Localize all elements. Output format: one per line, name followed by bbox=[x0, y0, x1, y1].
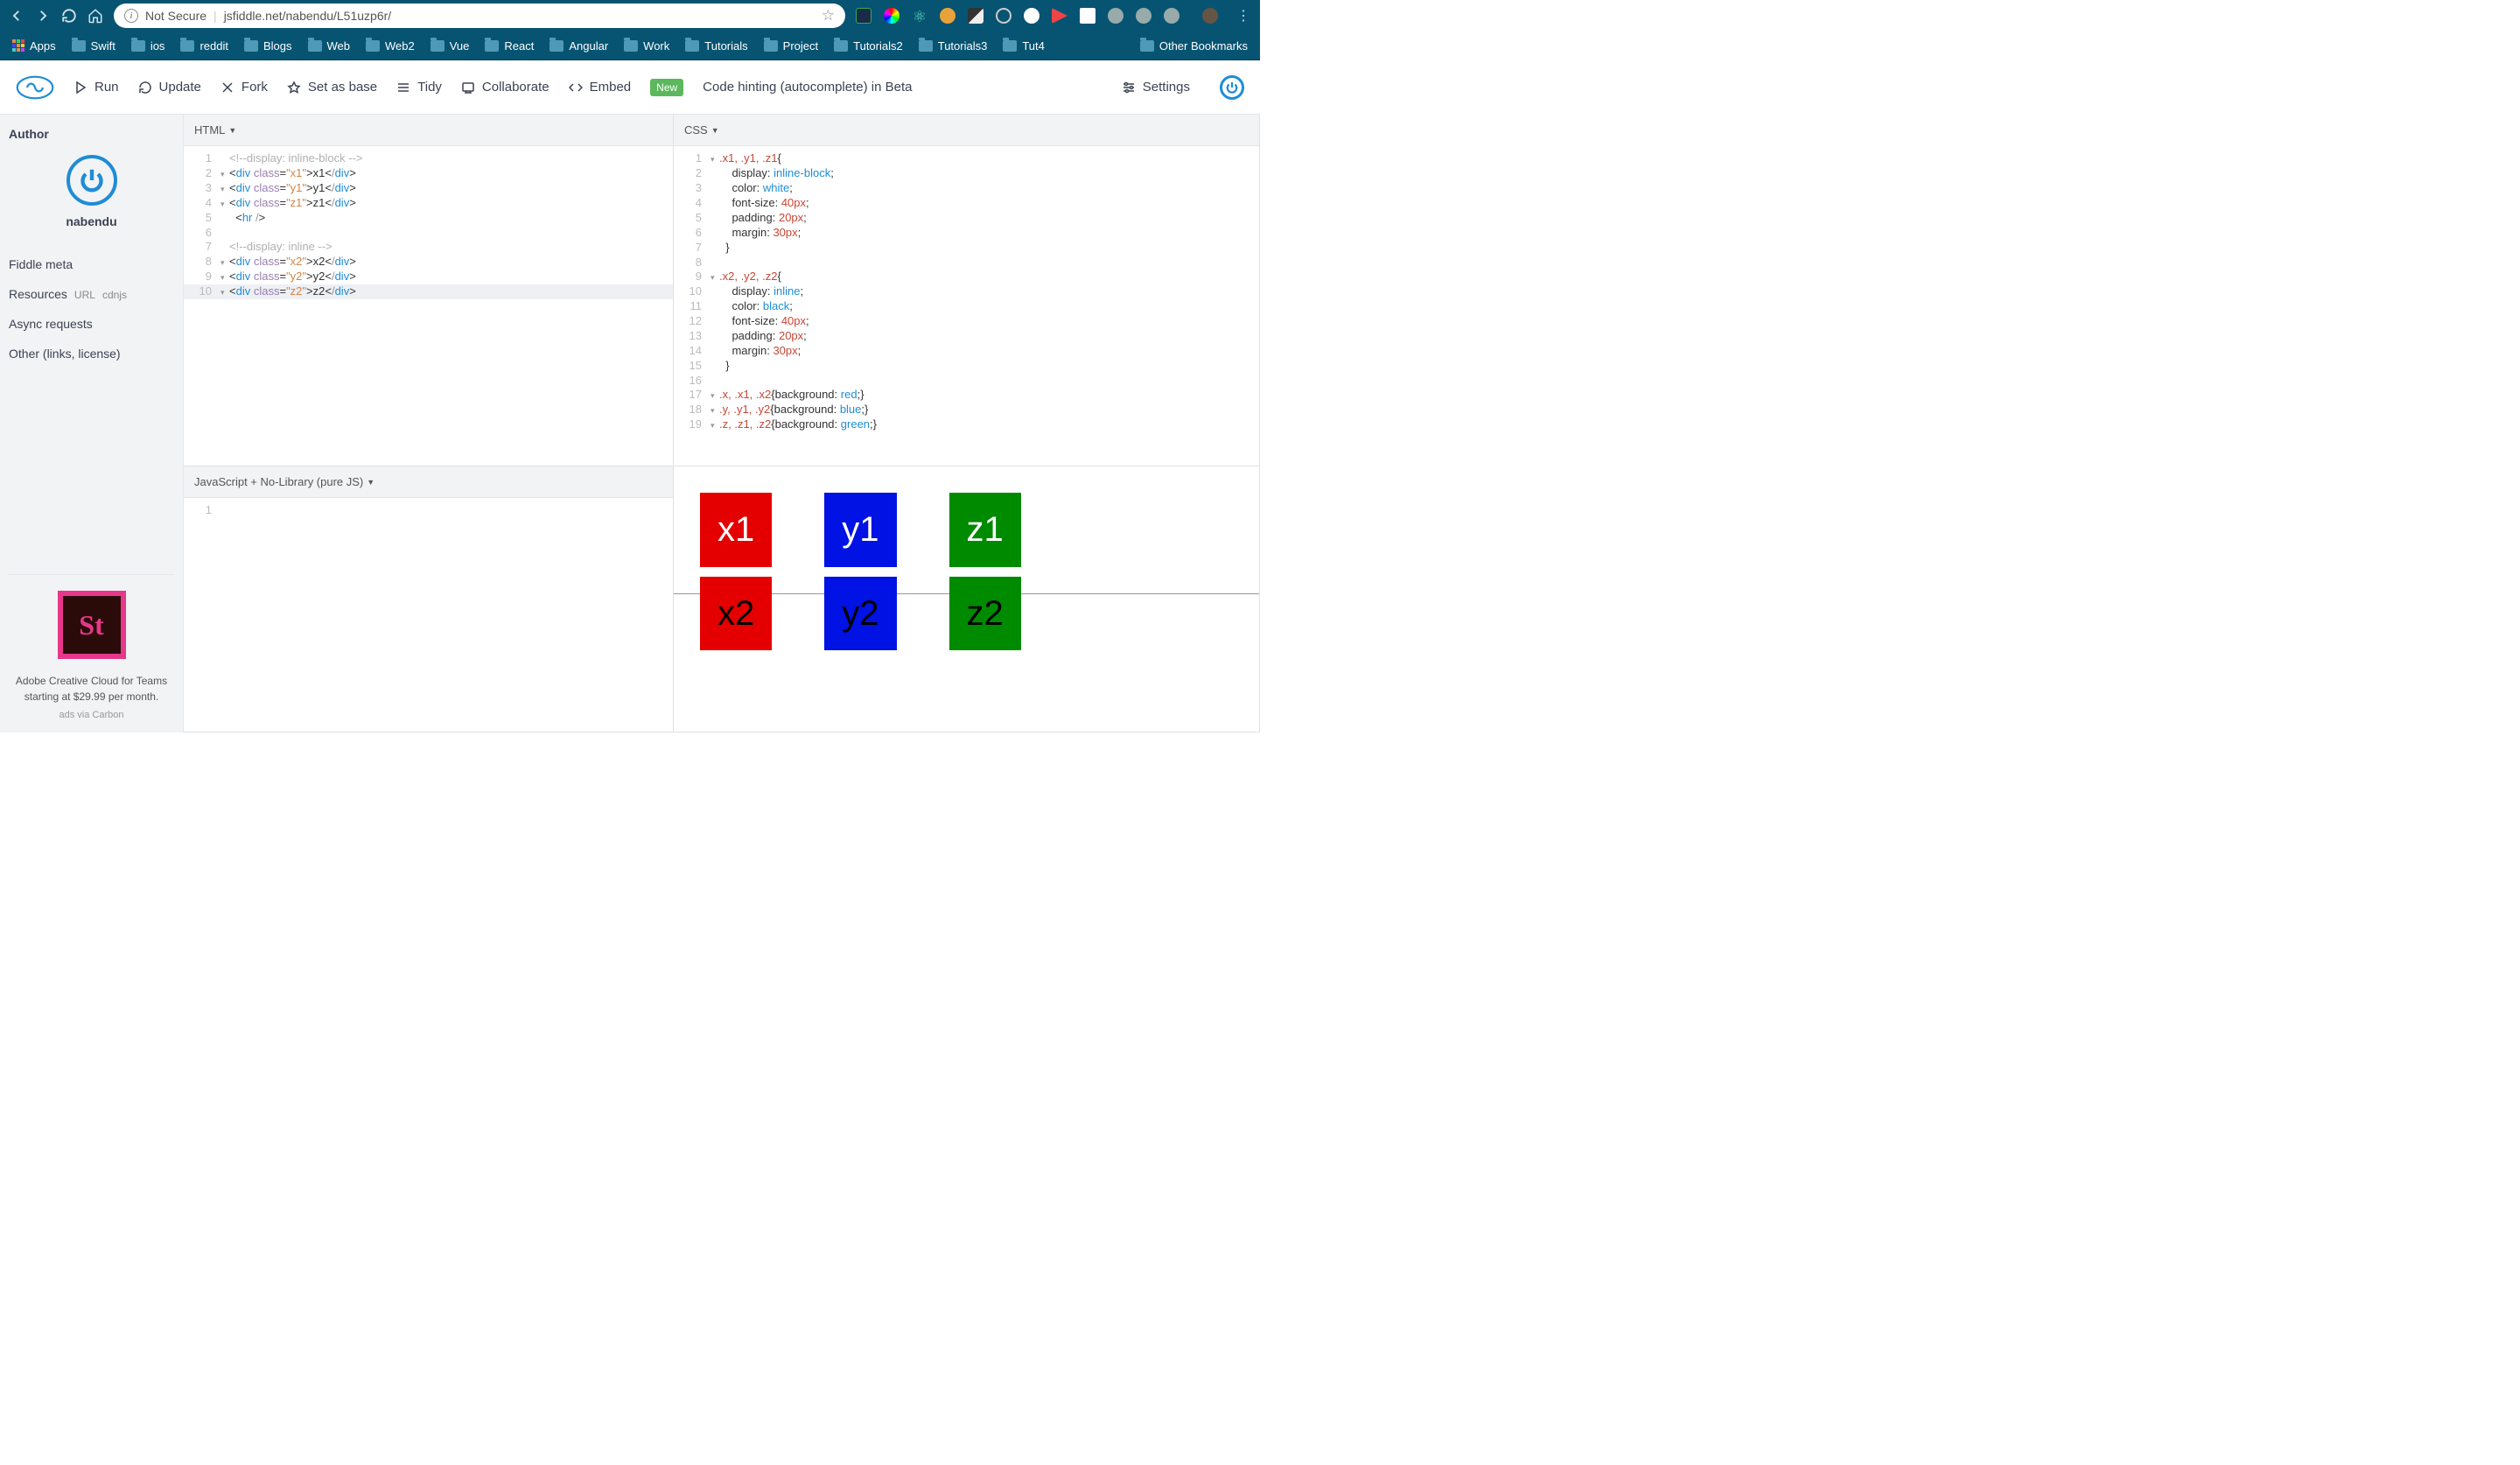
chevron-down-icon: ▼ bbox=[711, 126, 719, 135]
hint-text[interactable]: Code hinting (autocomplete) in Beta bbox=[703, 80, 912, 95]
result-box-z1: z1 bbox=[949, 493, 1021, 567]
sidebar-item-other[interactable]: Other (links, license) bbox=[9, 339, 174, 368]
author-avatar[interactable] bbox=[66, 155, 117, 206]
ext-icon[interactable] bbox=[1024, 8, 1040, 24]
ext-icon[interactable] bbox=[856, 8, 872, 24]
result-box-x2: x2 bbox=[700, 577, 772, 650]
bookmark-folder[interactable]: Work bbox=[624, 39, 669, 53]
author-heading: Author bbox=[9, 127, 174, 141]
result-output: x1y1z1 x2y2z2 bbox=[674, 466, 1259, 634]
result-pane: x1 y1 z1 x2 y2 z2 bbox=[674, 466, 1260, 732]
new-badge: New bbox=[650, 79, 683, 96]
power-icon[interactable] bbox=[1220, 75, 1244, 100]
sidebar: Author nabendu Fiddle meta ResourcesURLc… bbox=[0, 115, 184, 732]
bookmark-folder[interactable]: Tutorials3 bbox=[919, 39, 988, 53]
bookmark-folder[interactable]: Tutorials2 bbox=[834, 39, 903, 53]
adobe-stock-logo[interactable]: St bbox=[58, 591, 126, 659]
css-editor[interactable]: 1▾.x1, .y1, .z1{ 2 display: inline-block… bbox=[674, 146, 1259, 466]
ext-icon[interactable] bbox=[884, 8, 900, 24]
ext-icon[interactable] bbox=[1136, 8, 1152, 24]
bookmark-folder[interactable]: Web bbox=[308, 39, 351, 53]
browser-toolbar: i Not Secure | jsfiddle.net/nabendu/L51u… bbox=[0, 0, 1260, 32]
reload-button[interactable] bbox=[61, 8, 77, 24]
ext-icon[interactable] bbox=[1052, 8, 1068, 24]
main-layout: Author nabendu Fiddle meta ResourcesURLc… bbox=[0, 115, 1260, 732]
security-label: Not Secure bbox=[145, 9, 206, 23]
js-pane-header[interactable]: JavaScript + No-Library (pure JS)▼ bbox=[184, 466, 673, 498]
star-icon[interactable]: ☆ bbox=[822, 7, 835, 25]
home-button[interactable] bbox=[88, 8, 103, 24]
bookmark-folder[interactable]: Swift bbox=[72, 39, 116, 53]
ext-icon[interactable] bbox=[1108, 8, 1124, 24]
sidebar-item-async[interactable]: Async requests bbox=[9, 309, 174, 339]
result-box-y1: y1 bbox=[824, 493, 896, 567]
chevron-down-icon: ▼ bbox=[228, 126, 236, 135]
menu-button[interactable]: ⋮ bbox=[1236, 8, 1251, 24]
tidy-button[interactable]: Tidy bbox=[396, 80, 442, 95]
result-box-y2: y2 bbox=[824, 577, 896, 650]
app-toolbar: Run Update Fork Set as base Tidy Collabo… bbox=[0, 60, 1260, 115]
address-bar[interactable]: i Not Secure | jsfiddle.net/nabendu/L51u… bbox=[114, 4, 845, 28]
bookmark-folder[interactable]: Web2 bbox=[366, 39, 415, 53]
set-base-button[interactable]: Set as base bbox=[287, 80, 377, 95]
bookmark-folder[interactable]: Vue bbox=[430, 39, 470, 53]
css-pane-header[interactable]: CSS▼ bbox=[674, 115, 1259, 146]
js-pane: JavaScript + No-Library (pure JS)▼ 1 bbox=[184, 466, 674, 732]
ad-block: St Adobe Creative Cloud for Teamsstartin… bbox=[9, 574, 174, 720]
sidebar-item-meta[interactable]: Fiddle meta bbox=[9, 249, 174, 279]
html-pane: HTML▼ 1 <!--display: inline-block --> 2▾… bbox=[184, 115, 674, 466]
ext-icon[interactable] bbox=[1080, 8, 1096, 24]
html-pane-header[interactable]: HTML▼ bbox=[184, 115, 673, 146]
settings-button[interactable]: Settings bbox=[1122, 80, 1190, 95]
bookmark-folder[interactable]: Blogs bbox=[244, 39, 292, 53]
author-name[interactable]: nabendu bbox=[9, 214, 174, 228]
bookmark-folder[interactable]: Project bbox=[764, 39, 818, 53]
ext-icon[interactable] bbox=[940, 8, 956, 24]
profile-avatar[interactable] bbox=[1202, 8, 1218, 24]
bookmark-folder[interactable]: React bbox=[485, 39, 534, 53]
bookmark-folder[interactable]: Angular bbox=[550, 39, 608, 53]
jsfiddle-logo[interactable] bbox=[16, 74, 54, 101]
bookmarks-bar: Apps Swift ios reddit Blogs Web Web2 Vue… bbox=[0, 32, 1260, 60]
ext-icon[interactable] bbox=[1164, 8, 1180, 24]
result-box-x1: x1 bbox=[700, 493, 772, 567]
forward-button[interactable] bbox=[35, 8, 51, 24]
bookmark-folder[interactable]: reddit bbox=[180, 39, 228, 53]
sidebar-item-resources[interactable]: ResourcesURLcdnjs bbox=[9, 279, 174, 309]
apps-button[interactable]: Apps bbox=[12, 39, 56, 53]
ext-icon[interactable] bbox=[968, 8, 984, 24]
ext-icon[interactable] bbox=[996, 8, 1012, 24]
bookmark-folder[interactable]: ios bbox=[131, 39, 165, 53]
run-button[interactable]: Run bbox=[74, 80, 119, 95]
ads-via[interactable]: ads via Carbon bbox=[9, 710, 174, 720]
result-box-z2: z2 bbox=[949, 577, 1021, 650]
other-bookmarks[interactable]: Other Bookmarks bbox=[1140, 39, 1248, 53]
editor-grid: HTML▼ 1 <!--display: inline-block --> 2▾… bbox=[184, 115, 1260, 732]
site-info-icon[interactable]: i bbox=[124, 9, 138, 23]
update-button[interactable]: Update bbox=[138, 80, 201, 95]
extensions: ⚛ ⋮ bbox=[856, 8, 1251, 24]
ext-icon[interactable]: ⚛ bbox=[912, 8, 928, 24]
url-text: jsfiddle.net/nabendu/L51uzp6r/ bbox=[224, 9, 391, 23]
embed-button[interactable]: Embed bbox=[569, 80, 632, 95]
css-pane: CSS▼ 1▾.x1, .y1, .z1{ 2 display: inline-… bbox=[674, 115, 1260, 466]
ad-text[interactable]: Adobe Creative Cloud for Teamsstarting a… bbox=[9, 673, 174, 704]
bookmark-folder[interactable]: Tut4 bbox=[1003, 39, 1045, 53]
chevron-down-icon: ▼ bbox=[367, 478, 374, 487]
js-editor[interactable]: 1 bbox=[184, 498, 673, 732]
bookmark-folder[interactable]: Tutorials bbox=[685, 39, 747, 53]
back-button[interactable] bbox=[9, 8, 24, 24]
collaborate-button[interactable]: Collaborate bbox=[461, 80, 550, 95]
html-editor[interactable]: 1 <!--display: inline-block --> 2▾<div c… bbox=[184, 146, 673, 466]
fork-button[interactable]: Fork bbox=[220, 80, 268, 95]
